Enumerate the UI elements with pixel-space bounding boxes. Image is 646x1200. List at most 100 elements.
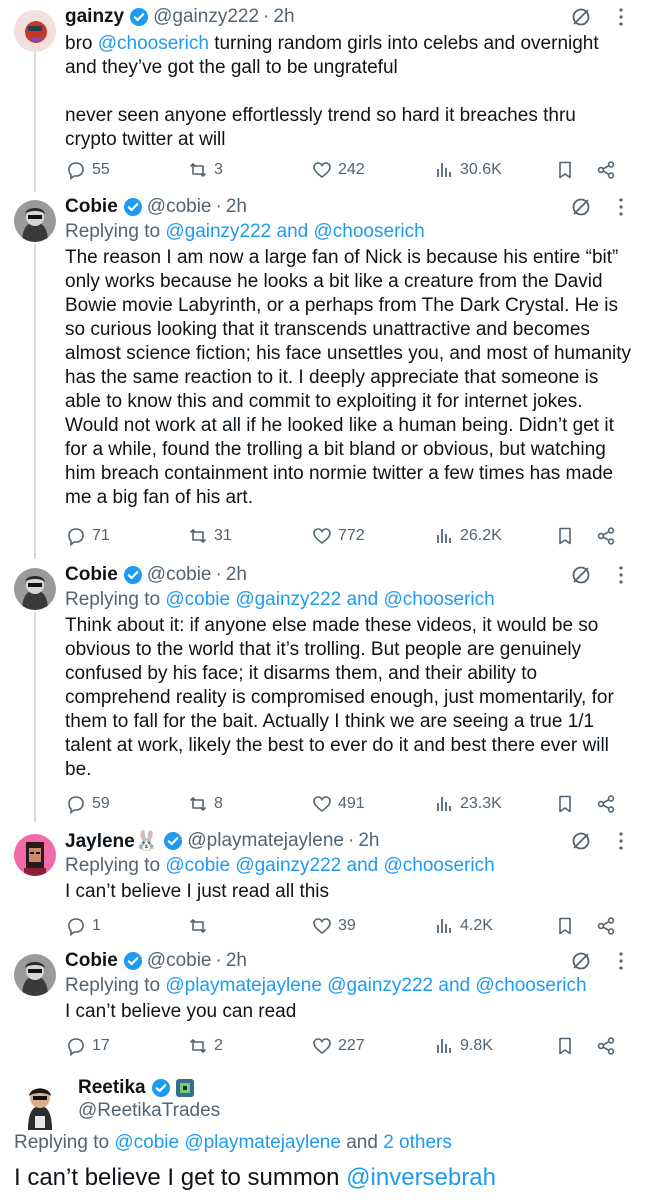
views-button[interactable]: 4.2K — [434, 916, 493, 936]
views-count: 30.6K — [460, 161, 502, 178]
like-button[interactable]: 491 — [312, 794, 365, 814]
tweet[interactable]: gainzy @gainzy222 · 2h bro @chooserich t… — [0, 0, 646, 190]
views-button[interactable]: 9.8K — [434, 1036, 493, 1056]
grok-icon[interactable] — [570, 830, 592, 852]
grok-icon[interactable] — [570, 6, 592, 28]
reply-icon — [68, 1038, 84, 1056]
views-button[interactable]: 30.6K — [434, 160, 502, 180]
retweet-button[interactable]: 2 — [188, 1036, 223, 1056]
author-handle[interactable]: @playmatejaylene — [187, 830, 344, 852]
more-icon[interactable] — [610, 564, 632, 586]
share-icon — [597, 795, 615, 813]
author-name[interactable]: gainzy — [65, 6, 124, 28]
reply-count: 71 — [92, 527, 110, 544]
share-button[interactable] — [596, 526, 616, 546]
share-button[interactable] — [596, 160, 616, 180]
mention-link[interactable]: @inversebrah — [346, 1164, 496, 1191]
like-button[interactable]: 39 — [312, 916, 356, 936]
bookmark-button[interactable] — [555, 160, 575, 180]
grok-icon[interactable] — [570, 950, 592, 972]
retweet-button[interactable]: 3 — [188, 160, 223, 180]
views-button[interactable]: 23.3K — [434, 794, 502, 814]
bookmark-button[interactable] — [555, 526, 575, 546]
retweet-button[interactable]: 31 — [188, 526, 232, 546]
separator-dot: · — [347, 830, 355, 851]
grok-icon[interactable] — [570, 196, 592, 218]
verified-badge-icon — [123, 197, 143, 217]
replying-to: Replying to @cobie @gainzy222 and @choos… — [65, 589, 495, 610]
tweet-text: I can’t believe I get to summon @inverse… — [14, 1164, 496, 1191]
avatar[interactable] — [14, 954, 56, 996]
avatar[interactable] — [14, 10, 56, 52]
share-button[interactable] — [596, 1036, 616, 1056]
reply-button[interactable]: 71 — [66, 526, 110, 546]
bookmark-icon — [559, 917, 571, 935]
timestamp[interactable]: 2h — [273, 6, 294, 28]
share-icon — [597, 527, 615, 545]
bookmark-button[interactable] — [555, 1036, 575, 1056]
avatar[interactable] — [14, 568, 56, 610]
like-count: 39 — [338, 917, 356, 934]
verified-badge-icon — [123, 951, 143, 971]
author-name[interactable]: Cobie — [65, 196, 118, 218]
tweet[interactable]: Jaylene🐰 @playmatejaylene · 2h Replying … — [0, 824, 646, 946]
like-button[interactable]: 227 — [312, 1036, 365, 1056]
retweet-icon — [189, 919, 207, 933]
more-icon[interactable] — [610, 830, 632, 852]
reply-button[interactable]: 1 — [66, 916, 101, 936]
avatar[interactable] — [14, 200, 56, 242]
avatar[interactable] — [14, 1080, 66, 1132]
retweet-button[interactable]: 8 — [188, 794, 223, 814]
retweet-count: 3 — [214, 161, 223, 178]
share-button[interactable] — [596, 794, 616, 814]
author-handle[interactable]: @gainzy222 — [153, 6, 259, 28]
avatar[interactable] — [14, 834, 56, 876]
bookmark-button[interactable] — [555, 794, 575, 814]
timestamp[interactable]: 2h — [226, 196, 247, 218]
replying-to-others-link[interactable]: 2 others — [383, 1132, 452, 1153]
author-name[interactable]: Jaylene🐰 — [65, 829, 158, 853]
reply-icon — [68, 162, 84, 180]
share-icon — [597, 161, 615, 179]
like-button[interactable]: 772 — [312, 526, 365, 546]
replying-to-link[interactable]: @cobie @playmatejaylene — [114, 1132, 341, 1153]
reply-button[interactable]: 55 — [66, 160, 110, 180]
reply-icon — [68, 918, 84, 936]
more-icon[interactable] — [610, 950, 632, 972]
author-handle[interactable]: @cobie — [147, 564, 212, 586]
tweet[interactable]: Cobie @cobie · 2h Replying to @cobie @ga… — [0, 558, 646, 824]
separator-dot: · — [215, 950, 222, 971]
grok-icon[interactable] — [570, 564, 592, 586]
retweet-count: 31 — [214, 527, 232, 544]
bookmark-button[interactable] — [555, 916, 575, 936]
like-button[interactable]: 242 — [312, 160, 365, 180]
timestamp[interactable]: 2h — [358, 830, 379, 852]
replying-to-link[interactable]: @gainzy222 and @chooserich — [165, 221, 424, 242]
replying-to-link[interactable]: @cobie @gainzy222 and @chooserich — [165, 589, 494, 610]
author-handle[interactable]: @cobie — [147, 196, 212, 218]
retweet-button[interactable] — [188, 916, 214, 936]
separator-dot: · — [263, 6, 270, 27]
more-icon[interactable] — [610, 6, 632, 28]
more-icon[interactable] — [610, 196, 632, 218]
replying-to-link[interactable]: @cobie @gainzy222 and @chooserich — [165, 855, 494, 876]
views-button[interactable]: 26.2K — [434, 526, 502, 546]
tweet[interactable]: Cobie @cobie · 2h Replying to @playmatej… — [0, 944, 646, 1068]
main-tweet[interactable]: Reetika @ReetikaTrades Replying to @cobi… — [0, 1072, 646, 1200]
views-icon — [437, 529, 451, 543]
tweet[interactable]: Cobie @cobie · 2h Replying to @gainzy222… — [0, 190, 646, 558]
replying-to: Replying to @cobie @playmatejaylene and … — [14, 1132, 452, 1153]
share-button[interactable] — [596, 916, 616, 936]
timestamp[interactable]: 2h — [226, 950, 247, 972]
author-name[interactable]: Cobie — [65, 950, 118, 972]
author-name[interactable]: Cobie — [65, 564, 118, 586]
bookmark-icon — [559, 527, 571, 545]
mention-link[interactable]: @chooserich — [98, 33, 209, 54]
author-handle[interactable]: @ReetikaTrades — [78, 1100, 220, 1122]
author-name[interactable]: Reetika — [78, 1077, 146, 1099]
reply-button[interactable]: 17 — [66, 1036, 110, 1056]
replying-to-link[interactable]: @playmatejaylene @gainzy222 and @chooser… — [165, 975, 586, 996]
reply-button[interactable]: 59 — [66, 794, 110, 814]
timestamp[interactable]: 2h — [226, 564, 247, 586]
author-handle[interactable]: @cobie — [147, 950, 212, 972]
